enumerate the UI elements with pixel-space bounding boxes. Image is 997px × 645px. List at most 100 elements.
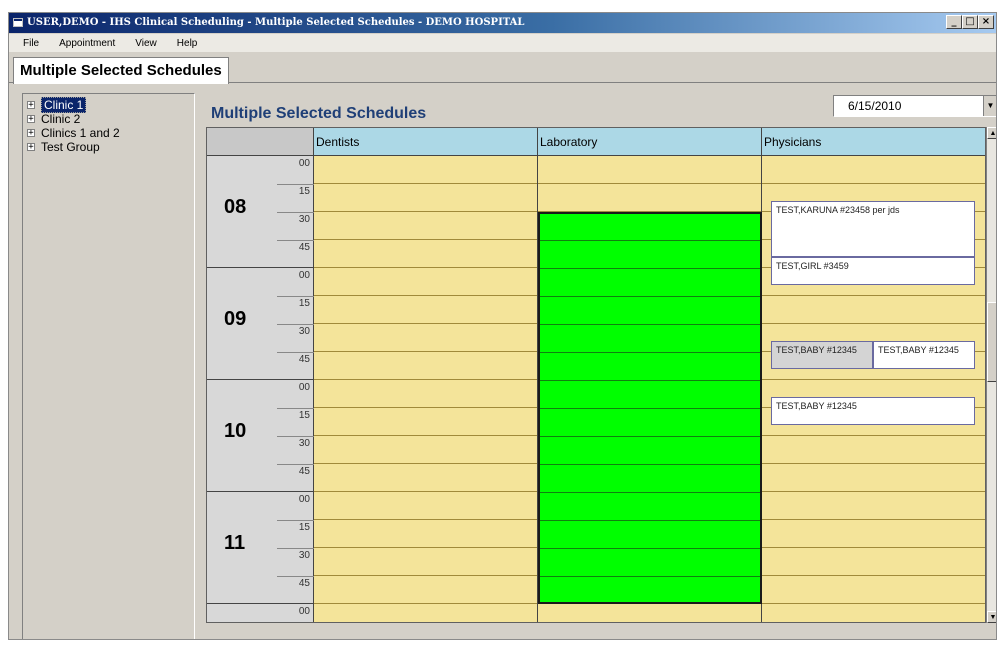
- minimize-button[interactable]: _: [946, 15, 962, 29]
- tree-label[interactable]: Clinic 2: [41, 112, 80, 126]
- menu-help[interactable]: Help: [177, 38, 198, 49]
- tree-node-clinic-1[interactable]: + Clinic 1: [25, 97, 192, 113]
- expand-icon[interactable]: +: [27, 143, 35, 152]
- time-slot[interactable]: [314, 464, 537, 492]
- time-slot[interactable]: [762, 156, 985, 184]
- time-slot[interactable]: [762, 492, 985, 520]
- scroll-up-icon[interactable]: ▲: [987, 127, 996, 139]
- time-slot[interactable]: [314, 156, 537, 184]
- time-slot[interactable]: [314, 212, 537, 240]
- time-slot[interactable]: [314, 436, 537, 464]
- scroll-down-icon[interactable]: ▼: [987, 611, 996, 623]
- time-slot[interactable]: [314, 548, 537, 576]
- lab-slot-line: [540, 296, 760, 297]
- appointment-card[interactable]: TEST,GIRL #3459: [771, 257, 975, 285]
- minute-tick: [277, 520, 314, 521]
- minute-label: 30: [298, 214, 310, 225]
- app-icon: [13, 18, 23, 27]
- hour-label: 10: [224, 420, 247, 442]
- lab-slot-line: [540, 548, 760, 549]
- time-slot[interactable]: [538, 184, 761, 212]
- time-slot[interactable]: [314, 268, 537, 296]
- tree-node-clinics-1-and-2[interactable]: + Clinics 1 and 2: [25, 126, 192, 140]
- menu-appointment[interactable]: Appointment: [59, 38, 115, 49]
- time-slot[interactable]: [762, 576, 985, 604]
- minute-label: 45: [298, 242, 310, 253]
- physicians-column[interactable]: TEST,KARUNA #23458 per jds TEST,GIRL #34…: [762, 156, 985, 622]
- tree-node-test-group[interactable]: + Test Group: [25, 140, 192, 154]
- tab-multiple-selected-schedules[interactable]: Multiple Selected Schedules: [13, 57, 229, 84]
- dentists-column[interactable]: [314, 156, 538, 622]
- appointment-card[interactable]: TEST,BABY #12345: [771, 397, 975, 425]
- minute-tick: [277, 240, 314, 241]
- time-slot[interactable]: [314, 520, 537, 548]
- column-header-row: Dentists Laboratory Physicians: [207, 128, 985, 156]
- tree-label[interactable]: Test Group: [41, 140, 100, 154]
- time-slot[interactable]: [762, 296, 985, 324]
- window-title: USER,DEMO - IHS Clinical Scheduling - Mu…: [27, 17, 525, 28]
- maximize-button[interactable]: □: [962, 15, 978, 29]
- tree-node-clinic-2[interactable]: + Clinic 2: [25, 112, 192, 126]
- time-slot[interactable]: [314, 604, 537, 622]
- column-header-physicians[interactable]: Physicians: [762, 128, 985, 156]
- appointment-card[interactable]: TEST,BABY #12345: [873, 341, 975, 369]
- minute-label: 45: [298, 354, 310, 365]
- chevron-down-icon[interactable]: ▼: [983, 96, 996, 116]
- title-bar[interactable]: USER,DEMO - IHS Clinical Scheduling - Mu…: [9, 13, 996, 33]
- expand-icon[interactable]: +: [27, 115, 35, 124]
- time-slot[interactable]: [314, 492, 537, 520]
- time-slot[interactable]: [538, 604, 761, 622]
- vertical-scrollbar[interactable]: ▲ ▼: [986, 127, 996, 623]
- minute-label: 30: [298, 326, 310, 337]
- time-slot[interactable]: [314, 324, 537, 352]
- time-slot[interactable]: [314, 240, 537, 268]
- minute-tick: [277, 296, 314, 297]
- expand-icon[interactable]: +: [27, 129, 35, 138]
- time-slot[interactable]: [762, 604, 985, 622]
- lab-slot-line: [540, 408, 760, 409]
- time-slot[interactable]: [314, 352, 537, 380]
- tree-label[interactable]: Clinics 1 and 2: [41, 126, 120, 140]
- lab-slot-line: [540, 268, 760, 269]
- time-slot[interactable]: [314, 296, 537, 324]
- time-slot[interactable]: [314, 408, 537, 436]
- tab-strip: Multiple Selected Schedules: [9, 53, 996, 84]
- minute-label: 15: [298, 298, 310, 309]
- lab-slot-line: [540, 576, 760, 577]
- minute-tick: [277, 548, 314, 549]
- clinic-tree: + Clinic 1 + Clinic 2 + Clinics 1 and 2 …: [22, 93, 195, 639]
- time-slot[interactable]: [314, 184, 537, 212]
- minute-label: 00: [298, 606, 310, 617]
- app-window: USER,DEMO - IHS Clinical Scheduling - Mu…: [8, 12, 997, 640]
- minute-tick: [277, 184, 314, 185]
- minute-label: 30: [298, 550, 310, 561]
- window-controls: _ □ ×: [946, 15, 994, 29]
- time-slot[interactable]: [762, 520, 985, 548]
- time-slot[interactable]: [538, 156, 761, 184]
- date-picker[interactable]: 6/15/2010 ▼: [833, 95, 996, 117]
- time-slot[interactable]: [762, 436, 985, 464]
- menu-view[interactable]: View: [135, 38, 157, 49]
- minute-label: 45: [298, 466, 310, 477]
- laboratory-column[interactable]: [538, 156, 762, 622]
- scroll-thumb[interactable]: [987, 302, 996, 382]
- time-slot[interactable]: [762, 548, 985, 576]
- appointment-card[interactable]: TEST,BABY #12345: [771, 341, 873, 369]
- expand-icon[interactable]: +: [27, 101, 35, 110]
- time-slot[interactable]: [314, 576, 537, 604]
- time-slot[interactable]: [314, 380, 537, 408]
- minute-label: 15: [298, 186, 310, 197]
- column-header-dentists[interactable]: Dentists: [314, 128, 538, 156]
- minute-tick: [277, 212, 314, 213]
- time-slot[interactable]: [762, 464, 985, 492]
- close-button[interactable]: ×: [978, 15, 994, 29]
- appointment-card[interactable]: TEST,KARUNA #23458 per jds: [771, 201, 975, 257]
- minute-tick: [277, 436, 314, 437]
- laboratory-booked-block[interactable]: [538, 212, 762, 604]
- lab-slot-line: [540, 352, 760, 353]
- tree-label[interactable]: Clinic 1: [41, 97, 87, 113]
- lab-slot-line: [540, 240, 760, 241]
- menu-file[interactable]: File: [23, 38, 39, 49]
- lab-slot-line: [540, 464, 760, 465]
- column-header-laboratory[interactable]: Laboratory: [538, 128, 762, 156]
